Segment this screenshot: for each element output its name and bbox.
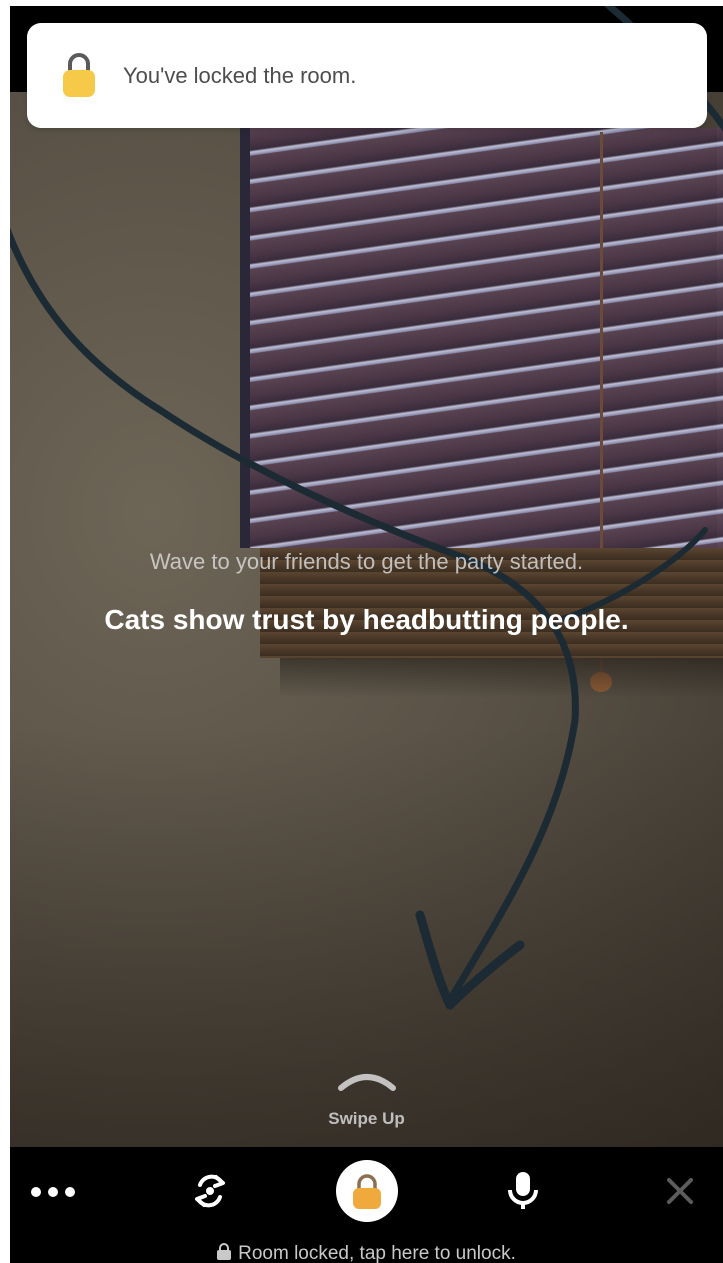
more-dots-icon — [31, 1187, 75, 1197]
lock-room-button[interactable] — [336, 1160, 398, 1222]
room-hint: Wave to your friends to get the party st… — [149, 549, 584, 574]
flip-camera-button[interactable] — [188, 1169, 232, 1213]
padlock-icon — [353, 1174, 381, 1209]
swipe-up-label[interactable]: Swipe Up — [10, 1109, 723, 1129]
banner-message: You've locked the room. — [123, 63, 357, 88]
fun-fact: Cats show trust by headbutting people. — [104, 604, 629, 635]
sill-shadow — [280, 658, 723, 698]
window-blinds — [250, 128, 723, 548]
bottom-toolbar: Room locked, tap here to unlock. — [10, 1147, 723, 1263]
chevron-up-icon[interactable] — [335, 1066, 399, 1092]
app-screen: You've locked the room. Wave to your fri… — [10, 6, 723, 1263]
more-button[interactable] — [30, 1173, 76, 1211]
unlock-room-link[interactable]: Room locked, tap here to unlock. — [10, 1243, 723, 1263]
close-icon — [667, 1178, 693, 1204]
small-padlock-icon — [217, 1243, 232, 1260]
camera-flip-icon — [195, 1174, 225, 1208]
room-locked-banner[interactable]: You've locked the room. — [27, 23, 707, 128]
microphone-button[interactable] — [503, 1169, 543, 1213]
microphone-icon — [508, 1172, 538, 1209]
lock-status-text: Room locked, tap here to unlock. — [238, 1243, 516, 1263]
close-button[interactable] — [662, 1173, 698, 1209]
padlock-icon — [63, 53, 95, 97]
